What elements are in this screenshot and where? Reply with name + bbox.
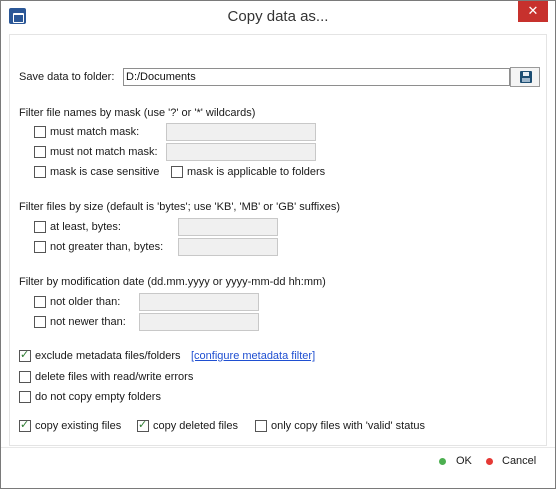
only-valid-checkbox[interactable]	[255, 420, 267, 432]
no-empty-folders-checkbox[interactable]	[19, 391, 31, 403]
mask-case-sensitive-checkbox[interactable]	[34, 166, 46, 178]
title-bar: Copy data as... ✕	[1, 1, 555, 33]
configure-metadata-filter-link[interactable]: [configure metadata filter]	[191, 350, 315, 362]
copy-existing-label: copy existing files	[35, 420, 122, 432]
exclude-metadata-checkbox[interactable]	[19, 348, 31, 362]
at-least-bytes-checkbox[interactable]	[34, 221, 46, 233]
copy-deleted-checkbox[interactable]	[137, 418, 149, 432]
footer-divider	[1, 447, 555, 448]
must-not-match-mask-label: must not match mask:	[50, 146, 158, 158]
browse-folder-button[interactable]	[510, 67, 540, 87]
not-older-than-field[interactable]	[139, 293, 259, 311]
cancel-status-dot	[486, 458, 493, 465]
mask-applicable-folders-label: mask is applicable to folders	[187, 166, 326, 178]
exclude-metadata-label: exclude metadata files/folders	[35, 350, 181, 362]
date-filter-header: Filter by modification date (dd.mm.yyyy …	[19, 276, 326, 288]
not-newer-than-checkbox[interactable]	[34, 316, 46, 328]
save-folder-input[interactable]	[123, 68, 510, 86]
must-not-match-mask-checkbox[interactable]	[34, 146, 46, 158]
close-button[interactable]: ✕	[518, 1, 548, 22]
mask-case-sensitive-label: mask is case sensitive	[50, 166, 160, 178]
must-match-mask-checkbox[interactable]	[34, 126, 46, 138]
ok-label: OK	[456, 455, 472, 467]
copy-deleted-label: copy deleted files	[153, 420, 238, 432]
not-greater-bytes-field[interactable]	[178, 238, 278, 256]
window-title: Copy data as...	[227, 8, 329, 25]
not-greater-bytes-checkbox[interactable]	[34, 241, 46, 253]
copy-existing-checkbox[interactable]	[19, 418, 31, 432]
floppy-disk-icon	[520, 71, 532, 83]
not-greater-bytes-label: not greater than, bytes:	[50, 241, 164, 253]
no-empty-folders-label: do not copy empty folders	[35, 391, 161, 403]
mask-applicable-folders-checkbox[interactable]	[171, 166, 183, 178]
only-valid-label: only copy files with 'valid' status	[271, 420, 425, 432]
dialog-content	[9, 34, 547, 446]
ok-status-dot	[439, 458, 446, 465]
copy-data-dialog: Copy data as... ✕ Save data to folder: F…	[0, 0, 556, 489]
mask-filter-header: Filter file names by mask (use '?' or '*…	[19, 107, 256, 119]
not-older-than-checkbox[interactable]	[34, 296, 46, 308]
cancel-label: Cancel	[502, 455, 537, 467]
delete-errors-checkbox[interactable]	[19, 371, 31, 383]
not-newer-than-field[interactable]	[139, 313, 259, 331]
size-filter-header: Filter files by size (default is 'bytes'…	[19, 201, 341, 213]
must-not-match-mask-field[interactable]	[166, 143, 316, 161]
not-newer-than-label: not newer than:	[50, 316, 126, 328]
must-match-mask-field[interactable]	[166, 123, 316, 141]
delete-errors-label: delete files with read/write errors	[35, 371, 194, 383]
at-least-bytes-label: at least, bytes:	[50, 221, 121, 233]
not-older-than-label: not older than:	[50, 296, 121, 308]
must-match-mask-label: must match mask:	[50, 126, 140, 138]
save-folder-label: Save data to folder:	[19, 71, 115, 83]
at-least-bytes-field[interactable]	[178, 218, 278, 236]
